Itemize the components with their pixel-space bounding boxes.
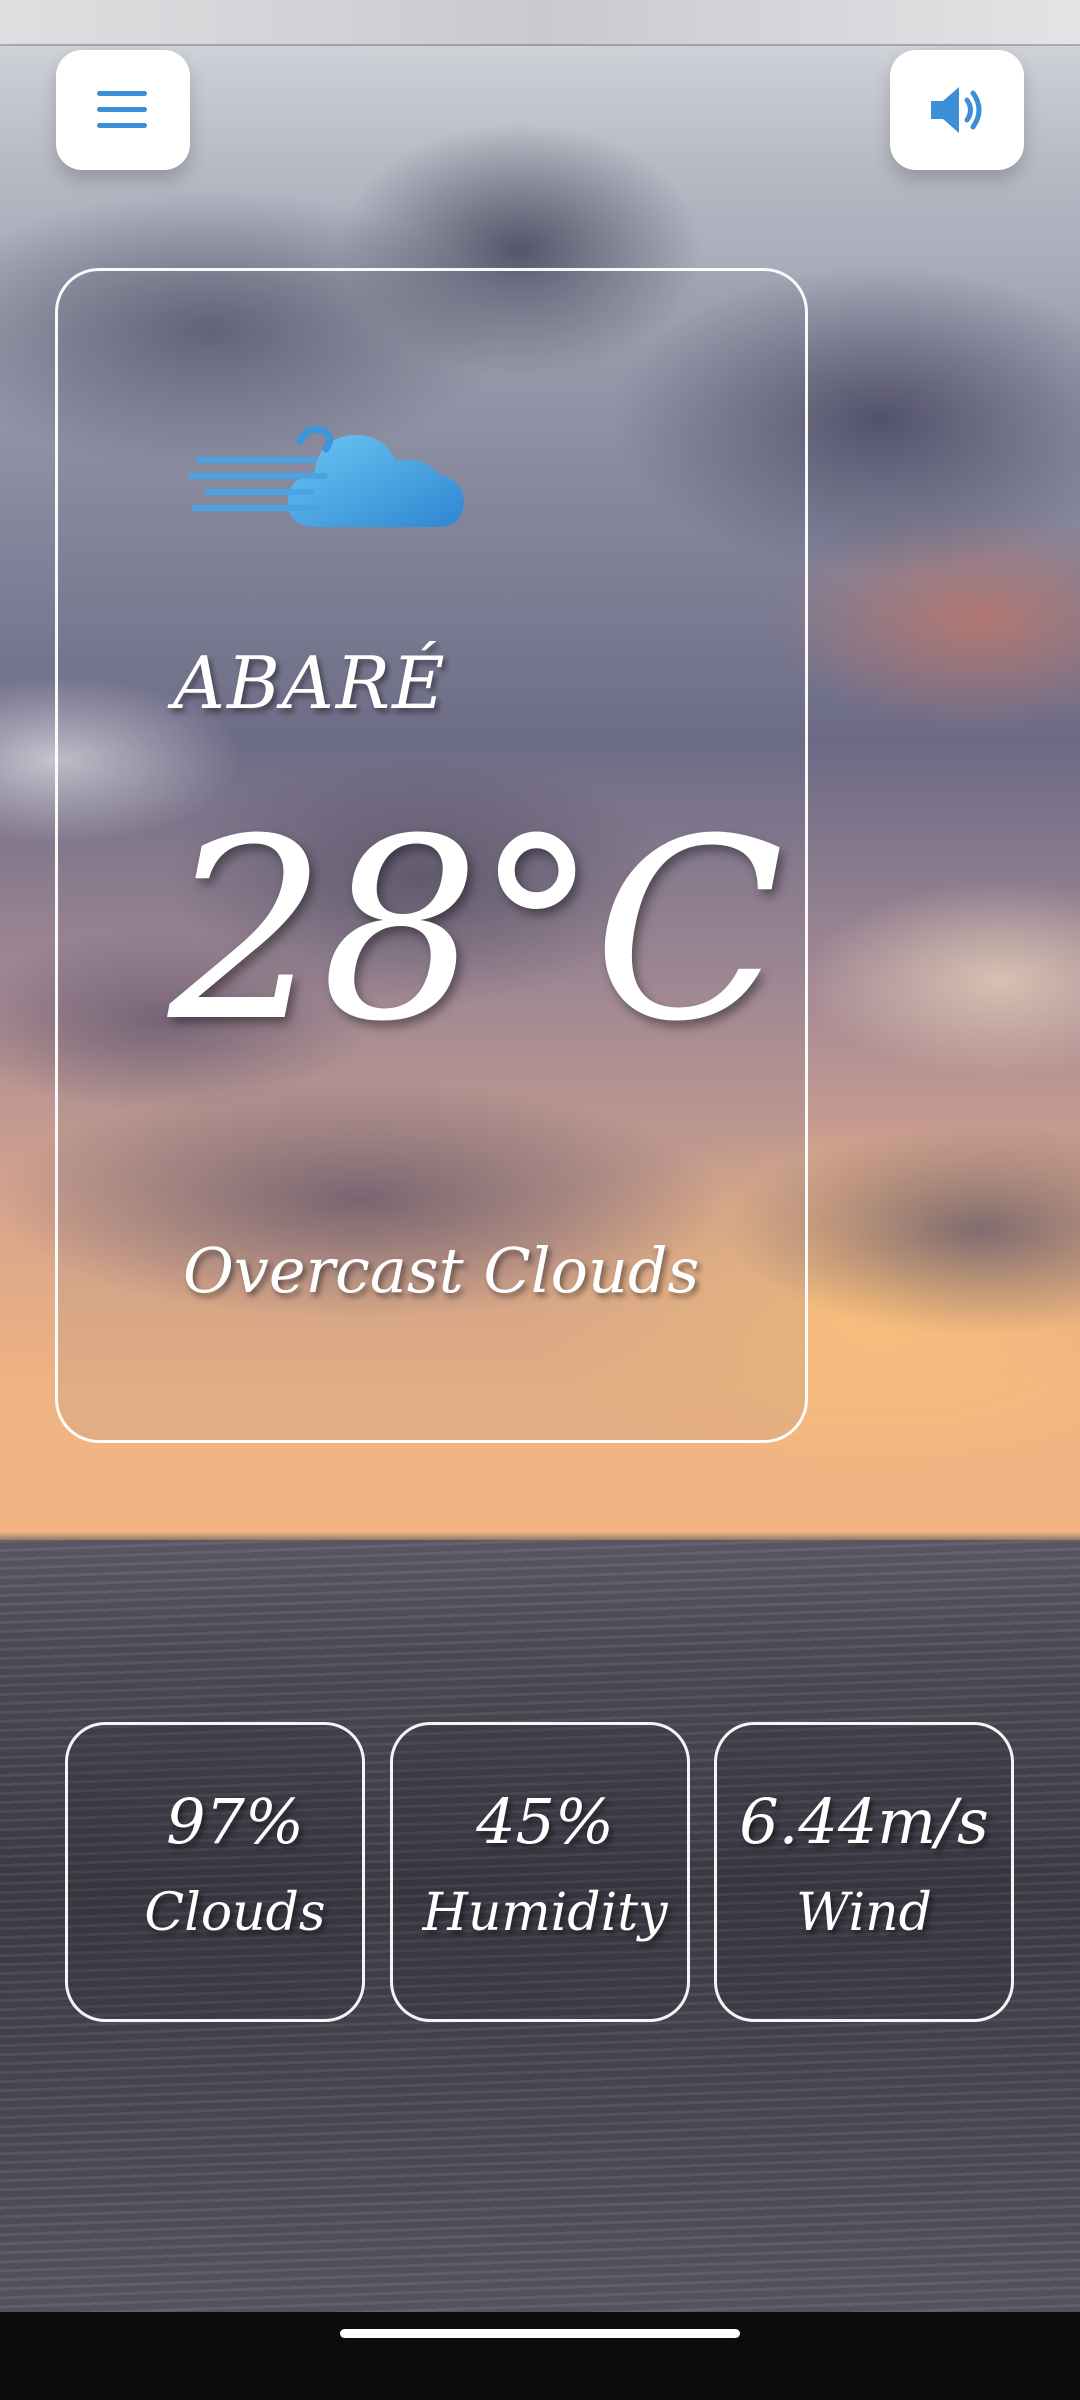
humidity-label: Humidity xyxy=(422,1883,668,1943)
current-weather-card: ABARÉ 28°C Overcast Clouds xyxy=(55,268,808,1443)
status-bar xyxy=(0,0,1080,46)
speaker-icon xyxy=(931,87,982,133)
temperature: 28°C xyxy=(168,785,784,1076)
clouds-value: 97% xyxy=(166,1785,304,1858)
clouds-stat-card: 97% Clouds xyxy=(65,1722,365,2022)
wind-label: Wind xyxy=(796,1883,932,1943)
menu-button[interactable] xyxy=(56,50,190,170)
hamburger-menu-icon xyxy=(97,91,147,128)
clouds-label: Clouds xyxy=(144,1883,326,1943)
wind-stat-card: 6.44m/s Wind xyxy=(714,1722,1014,2022)
wind-cloud-icon xyxy=(188,425,464,527)
navigation-bar xyxy=(0,2312,1080,2400)
weather-condition: Overcast Clouds xyxy=(183,1234,700,1307)
home-indicator[interactable] xyxy=(340,2329,740,2338)
wind-value: 6.44m/s xyxy=(739,1785,989,1858)
city-name: ABARÉ xyxy=(173,641,447,725)
humidity-value: 45% xyxy=(476,1785,614,1858)
humidity-stat-card: 45% Humidity xyxy=(390,1722,690,2022)
weather-screen: ABARÉ 28°C Overcast Clouds 97% Clouds 45… xyxy=(0,0,1080,2400)
sound-button[interactable] xyxy=(890,50,1024,170)
